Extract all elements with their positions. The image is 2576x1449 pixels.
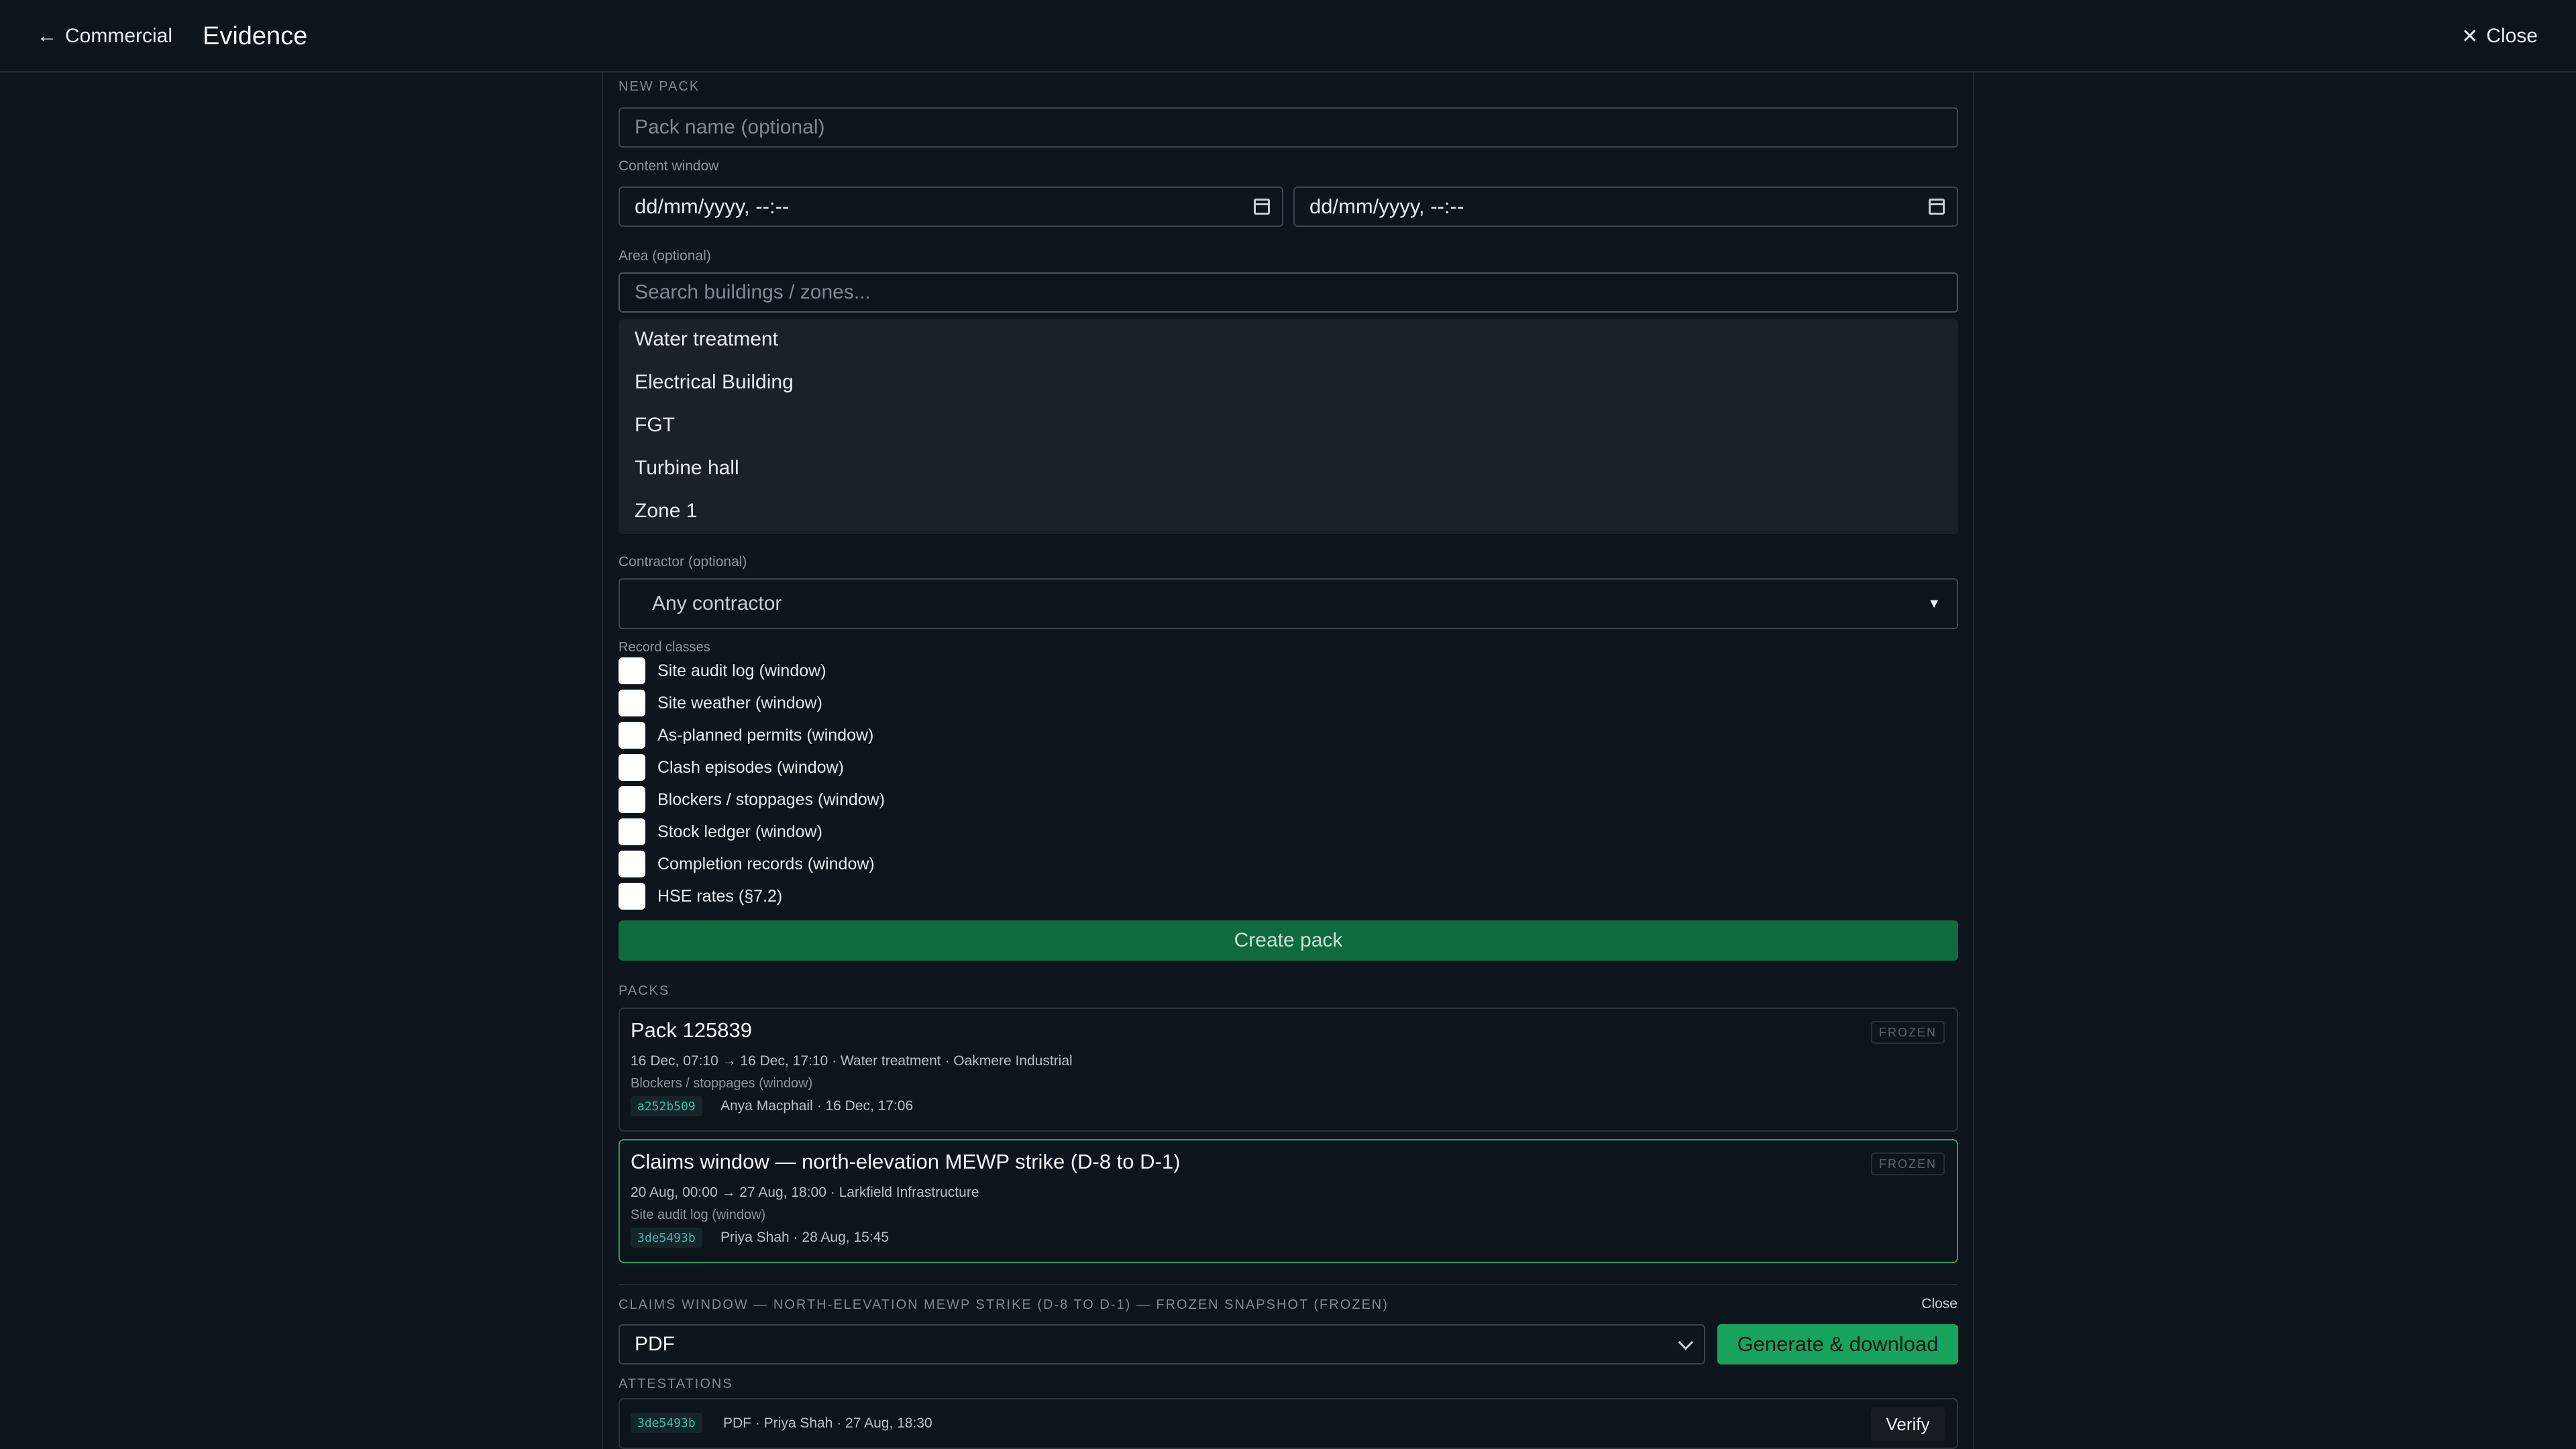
contractor-select[interactable]: Any contractor ▼ <box>619 578 1958 629</box>
record-class-as-planned-permits[interactable]: As-planned permits (window) <box>619 722 873 749</box>
record-class-label: Completion records (window) <box>657 854 875 873</box>
checkbox[interactable] <box>619 818 645 845</box>
record-class-label: As-planned permits (window) <box>657 725 874 745</box>
pack-author: Priya Shah · 28 Aug, 15:45 <box>720 1230 890 1245</box>
calendar-icon[interactable] <box>1254 199 1270 215</box>
attestation-row: 3de5493b PDF · Priya Shah · 27 Aug, 18:3… <box>619 1398 1958 1449</box>
pack-author: Anya Macphail · 16 Dec, 17:06 <box>720 1098 914 1114</box>
snapshot-close-link[interactable]: Close <box>1921 1296 1957 1312</box>
record-class-clash-episodes[interactable]: Clash episodes (window) <box>619 754 844 781</box>
record-class-completion-records[interactable]: Completion records (window) <box>619 851 875 877</box>
area-option-water-treatment[interactable]: Water treatment <box>635 319 778 360</box>
checkbox[interactable] <box>619 657 645 684</box>
area-option-zone-1[interactable]: Zone 1 <box>635 491 697 531</box>
area-option-fgt[interactable]: FGT <box>635 405 675 445</box>
close-icon: ✕ <box>2461 25 2479 48</box>
area-search-input[interactable]: Search buildings / zones... <box>619 272 1958 313</box>
window-end-value: dd/mm/yyyy, --:-- <box>1309 195 1464 218</box>
window-start-input[interactable]: dd/mm/yyyy, --:-- <box>619 186 1283 227</box>
record-class-stock-ledger[interactable]: Stock ledger (window) <box>619 818 822 845</box>
checkbox[interactable] <box>619 786 645 813</box>
area-option-electrical-building[interactable]: Electrical Building <box>635 362 794 402</box>
record-class-label: Clash episodes (window) <box>657 757 844 777</box>
record-class-label: Site audit log (window) <box>657 661 826 680</box>
pack-hash-badge: 3de5493b <box>631 1228 702 1248</box>
window-start-value: dd/mm/yyyy, --:-- <box>635 195 790 218</box>
pack-title: Pack 125839 <box>631 1018 752 1042</box>
contractor-label: Contractor (optional) <box>619 554 747 570</box>
page-title: Evidence <box>203 21 308 50</box>
pack-title: Claims window — north-elevation MEWP str… <box>631 1150 1181 1173</box>
new-pack-section-label: NEW PACK <box>619 79 700 94</box>
record-class-label: Blockers / stoppages (window) <box>657 790 885 809</box>
window-end-input[interactable]: dd/mm/yyyy, --:-- <box>1293 186 1958 227</box>
attestation-hash-badge: 3de5493b <box>631 1413 702 1433</box>
content-window-label: Content window <box>619 158 719 174</box>
record-class-label: HSE rates (§7.2) <box>657 886 783 906</box>
checkbox[interactable] <box>619 883 645 910</box>
area-option-turbine-hall[interactable]: Turbine hall <box>635 448 739 488</box>
export-format-select[interactable]: PDF <box>619 1324 1705 1364</box>
arrow-left-icon: ← <box>37 25 57 47</box>
status-badge: FROZEN <box>1871 1152 1945 1175</box>
packs-section-label: PACKS <box>619 983 670 998</box>
record-class-label: Stock ledger (window) <box>657 822 822 841</box>
attestation-meta: PDF · Priya Shah · 27 Aug, 18:30 <box>723 1415 932 1431</box>
checkbox[interactable] <box>619 690 645 716</box>
pack-card-selected[interactable]: Claims window — north-elevation MEWP str… <box>619 1139 1958 1263</box>
record-class-hse-rates[interactable]: HSE rates (§7.2) <box>619 883 782 910</box>
calendar-icon[interactable] <box>1929 199 1945 215</box>
area-label: Area (optional) <box>619 248 711 264</box>
verify-button[interactable]: Verify <box>1871 1407 1945 1441</box>
checkbox[interactable] <box>619 754 645 781</box>
top-bar: ← Commercial Evidence ✕ Close <box>0 0 2576 72</box>
evidence-panel: NEW PACK Pack name (optional) Content wi… <box>602 72 1974 1449</box>
record-classes-label: Record classes <box>619 640 710 655</box>
pack-record-classes: Site audit log (window) <box>631 1208 766 1222</box>
close-button[interactable]: ✕ Close <box>2461 20 2538 52</box>
generate-download-button[interactable]: Generate & download <box>1717 1324 1958 1364</box>
back-link-label: Commercial <box>65 25 173 47</box>
chevron-down-icon <box>1678 1334 1694 1350</box>
pack-name-input[interactable]: Pack name (optional) <box>619 107 1958 148</box>
back-to-commercial-link[interactable]: ← Commercial <box>37 20 172 52</box>
status-badge: FROZEN <box>1871 1021 1945 1044</box>
record-class-label: Site weather (window) <box>657 693 822 712</box>
area-dropdown-list: Water treatment Electrical Building FGT … <box>619 319 1958 534</box>
contractor-select-value: Any contractor <box>652 592 782 614</box>
pack-meta: 16 Dec, 07:10 → 16 Dec, 17:10 · Water tr… <box>631 1053 1073 1069</box>
snapshot-label: CLAIMS WINDOW — NORTH-ELEVATION MEWP STR… <box>619 1297 1389 1312</box>
checkbox[interactable] <box>619 722 645 749</box>
divider <box>619 1284 1958 1285</box>
record-class-blockers-stoppages[interactable]: Blockers / stoppages (window) <box>619 786 885 813</box>
checkbox[interactable] <box>619 851 645 877</box>
record-class-site-weather[interactable]: Site weather (window) <box>619 690 822 716</box>
pack-hash-badge: a252b509 <box>631 1096 702 1116</box>
record-class-site-audit-log[interactable]: Site audit log (window) <box>619 657 826 684</box>
attestations-section-label: ATTESTATIONS <box>619 1377 733 1391</box>
create-pack-button[interactable]: Create pack <box>619 920 1958 961</box>
close-button-label: Close <box>2486 25 2538 47</box>
export-format-value: PDF <box>635 1333 675 1355</box>
pack-meta: 20 Aug, 00:00 → 27 Aug, 18:00 · Larkfiel… <box>631 1185 979 1200</box>
pack-card[interactable]: Pack 125839 16 Dec, 07:10 → 16 Dec, 17:1… <box>619 1008 1958 1132</box>
caret-down-icon: ▼ <box>1927 596 1941 611</box>
pack-record-classes: Blockers / stoppages (window) <box>631 1076 813 1091</box>
